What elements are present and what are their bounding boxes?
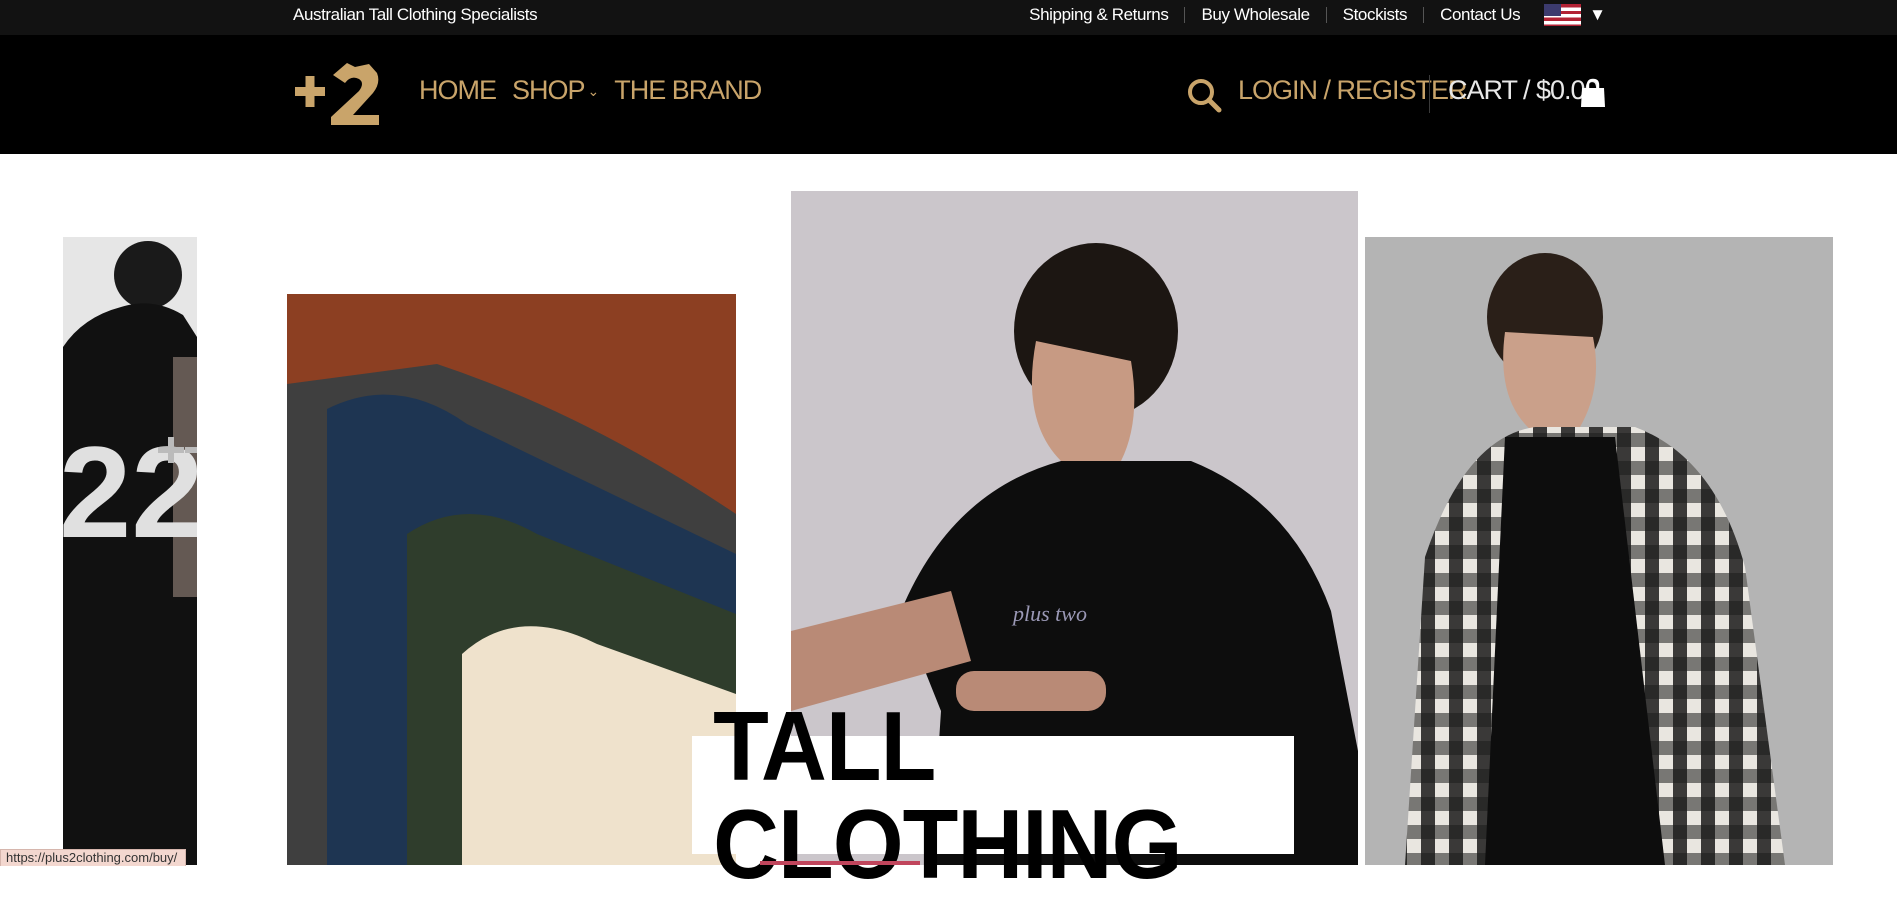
status-bar-url: https://plus2clothing.com/buy/ — [0, 849, 187, 866]
hero-image-model-flannel[interactable] — [1365, 237, 1833, 865]
nav-shop[interactable]: SHOP ⌄ — [512, 75, 600, 106]
tagline: Australian Tall Clothing Specialists — [293, 5, 538, 24]
main-header: HOME SHOP ⌄ THE BRAND LOGIN / REGISTER CA… — [0, 35, 1897, 154]
model-back-illustration: 22 — [63, 237, 197, 865]
search-icon[interactable] — [1186, 77, 1222, 113]
us-flag-icon[interactable] — [1544, 4, 1582, 26]
shopping-bag-icon[interactable] — [1580, 78, 1606, 108]
stockists-link[interactable]: Stockists — [1327, 6, 1425, 23]
login-register-link[interactable]: LOGIN / REGISTER — [1238, 75, 1468, 106]
hero-image-folded-tees[interactable] — [287, 294, 736, 865]
main-nav: HOME SHOP ⌄ THE BRAND — [419, 75, 762, 106]
jersey-number: 22 — [63, 419, 197, 565]
shipping-returns-link[interactable]: Shipping & Returns — [1013, 6, 1186, 23]
hero-accent-line — [760, 861, 920, 865]
cart-link[interactable]: CART / $0.00 — [1448, 75, 1600, 106]
top-links: Shipping & Returns Buy Wholesale Stockis… — [1013, 0, 1606, 30]
nav-shop-label: SHOP — [512, 75, 586, 105]
chevron-down-icon: ⌄ — [587, 83, 600, 100]
model-flannel-illustration — [1365, 237, 1833, 865]
plus2-logo[interactable] — [295, 61, 380, 125]
shirt-print: plus two — [1011, 601, 1087, 626]
hero-title-banner: TALL CLOTHING — [692, 697, 1294, 893]
nav-the-brand[interactable]: THE BRAND — [614, 75, 762, 106]
contact-us-link[interactable]: Contact Us — [1424, 6, 1536, 23]
hero-image-back-view[interactable]: 22 — [63, 237, 197, 865]
buy-wholesale-link[interactable]: Buy Wholesale — [1185, 6, 1327, 23]
top-bar: Australian Tall Clothing Specialists Shi… — [0, 0, 1897, 35]
folded-tees-illustration — [287, 294, 736, 865]
header-divider — [1429, 75, 1430, 113]
country-dropdown-caret-icon[interactable]: ▼ — [1589, 5, 1606, 25]
nav-home[interactable]: HOME — [419, 75, 497, 106]
